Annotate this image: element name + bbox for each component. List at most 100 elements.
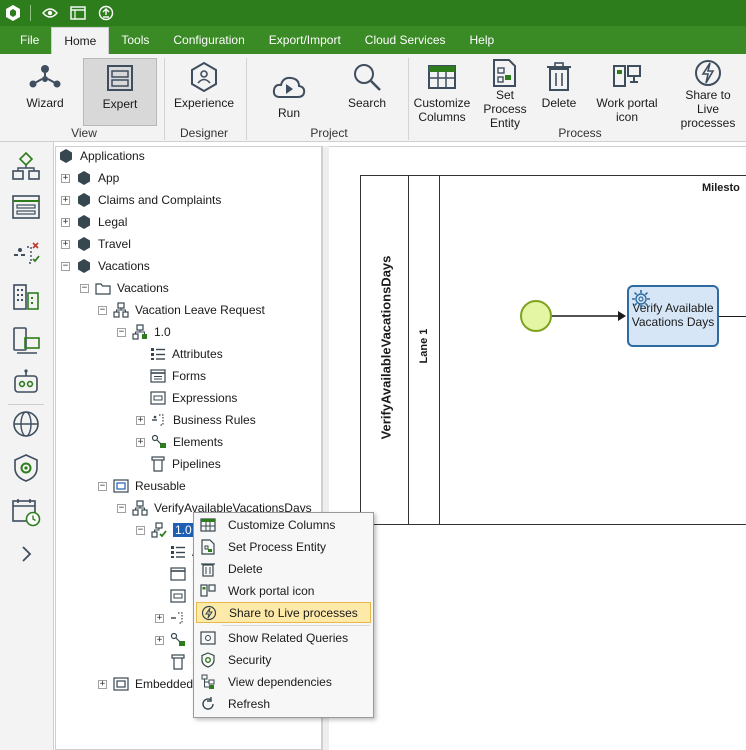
customize-columns-button[interactable]: Customize Columns [413, 58, 471, 126]
menu-item-label: View dependencies [228, 674, 332, 689]
menu-item-share-to-live-processes[interactable]: Share to Live processes [196, 602, 371, 623]
tree-node-selected[interactable]: − 1.0 [136, 519, 194, 541]
menu-item-customize-columns[interactable]: Customize Columns [196, 514, 371, 535]
expand-chevron-icon[interactable] [8, 536, 44, 572]
tree-node[interactable]: − Vacations [61, 255, 150, 277]
sequence-flow-arrow[interactable] [552, 309, 627, 323]
tree-node-label: Attributes [172, 347, 223, 361]
share-to-live-label-1: Share to Live [685, 88, 731, 116]
expand-toggle[interactable]: + [155, 613, 164, 623]
process-wizard-icon[interactable] [8, 148, 44, 184]
expand-toggle[interactable]: + [155, 635, 164, 645]
menu-item-work-portal-icon[interactable]: Work portal icon [196, 580, 371, 601]
tree-node[interactable]: + Legal [61, 211, 127, 233]
forms-icon[interactable] [8, 190, 44, 226]
tree-node[interactable]: + Embedded [98, 673, 193, 695]
set-process-entity-icon [200, 538, 216, 555]
tree-node[interactable]: Pipelines [150, 453, 221, 475]
tab-tools[interactable]: Tools [109, 26, 161, 54]
run-label: Run [277, 106, 300, 120]
quick-access-separator [30, 5, 31, 21]
run-icon [272, 68, 306, 106]
set-process-entity-button[interactable]: Set Process Entity [475, 58, 535, 130]
tab-export-import[interactable]: Export/Import [257, 26, 353, 54]
tree-node-label: Pipelines [172, 457, 221, 471]
tree-node[interactable]: Expressions [150, 387, 237, 409]
expand-toggle[interactable]: + [98, 679, 107, 689]
tree-node[interactable]: − Vacations [80, 277, 169, 299]
tree-node[interactable]: + Claims and Complaints [61, 189, 221, 211]
menu-item-security[interactable]: Security [196, 649, 371, 670]
tree-node[interactable]: + Business Rules [136, 409, 256, 431]
collapse-toggle[interactable]: − [98, 481, 107, 491]
collapse-toggle[interactable]: − [80, 283, 89, 293]
task-verify-available-vacations-days[interactable]: Verify Available Vacations Days [627, 285, 719, 347]
search-button[interactable]: Search [340, 58, 394, 126]
tree-node[interactable]: Forms [150, 365, 206, 387]
group-label-view: View [71, 126, 97, 140]
tree-node[interactable]: + Elements [136, 431, 223, 453]
menu-item-show-related-queries[interactable]: Show Related Queries [196, 627, 371, 648]
pool[interactable]: VerifyAvailableVacationsDays Lane 1 Mile… [360, 175, 746, 525]
tree-node[interactable]: − Vacation Leave Request [98, 299, 265, 321]
calendar-icon[interactable] [8, 494, 44, 530]
expand-toggle[interactable]: + [136, 437, 145, 447]
rail-separator [8, 404, 44, 405]
tab-configuration[interactable]: Configuration [161, 26, 256, 54]
tree-node-label: Vacation Leave Request [135, 303, 265, 317]
app-logo-icon[interactable] [2, 2, 24, 24]
tree-node[interactable]: Applications [58, 147, 145, 167]
menu-item-label: Work portal icon [228, 583, 315, 598]
expand-toggle[interactable]: + [61, 239, 70, 249]
share-to-live-button[interactable]: Share to Live processes [674, 58, 742, 130]
menu-item-delete[interactable]: Delete [196, 558, 371, 579]
lane-header[interactable]: Lane 1 [409, 176, 440, 524]
devices-icon[interactable] [8, 322, 44, 358]
collapse-toggle[interactable]: − [117, 327, 126, 337]
collapse-toggle[interactable]: − [61, 261, 70, 271]
delete-button[interactable]: Delete [538, 58, 580, 126]
eye-icon[interactable] [39, 2, 61, 24]
hexagon-icon [76, 192, 92, 208]
menu-item-label: Share to Live processes [229, 605, 358, 620]
tab-cloud-services[interactable]: Cloud Services [353, 26, 458, 54]
collapse-toggle[interactable]: − [98, 305, 107, 315]
tab-home[interactable]: Home [51, 27, 110, 54]
menu-item-set-process-entity[interactable]: Set Process Entity [196, 536, 371, 557]
tree-node-label: Elements [173, 435, 224, 449]
bot-icon[interactable] [8, 364, 44, 400]
tab-help[interactable]: Help [458, 26, 507, 54]
tree-node[interactable]: + Travel [61, 233, 131, 255]
tree-node[interactable]: − 1.0 [117, 321, 171, 343]
menu-item-refresh[interactable]: Refresh [196, 693, 371, 714]
wizard-button[interactable]: Wizard [18, 58, 72, 126]
work-portal-icon-button[interactable]: Work portal icon [584, 58, 670, 126]
publish-icon[interactable] [95, 2, 117, 24]
pool-header[interactable]: VerifyAvailableVacationsDays [361, 176, 409, 524]
set-process-entity-icon [491, 58, 519, 88]
collapse-toggle[interactable]: − [117, 503, 126, 513]
globe-icon[interactable] [8, 406, 44, 442]
menu-item-view-dependencies[interactable]: View dependencies [196, 671, 371, 692]
expert-button[interactable]: Expert [83, 58, 157, 126]
collapse-toggle[interactable]: − [136, 525, 145, 535]
tree-node[interactable]: − Reusable [98, 475, 186, 497]
start-event[interactable] [520, 300, 552, 332]
reusable-icon [113, 478, 129, 494]
set-process-entity-label-2: Entity [489, 116, 520, 130]
sequence-flow-line[interactable] [719, 316, 746, 317]
expand-toggle[interactable]: + [136, 415, 145, 425]
expand-toggle[interactable]: + [61, 217, 70, 227]
expand-toggle[interactable]: + [61, 173, 70, 183]
diagram-canvas[interactable]: VerifyAvailableVacationsDays Lane 1 Mile… [329, 146, 746, 750]
tree-node[interactable]: + App [61, 167, 119, 189]
security-icon[interactable] [8, 450, 44, 486]
ribbon-separator [246, 58, 247, 140]
tab-file[interactable]: File [8, 26, 51, 54]
experience-button[interactable]: Experience [172, 58, 236, 126]
window-icon[interactable] [67, 2, 89, 24]
organization-icon[interactable] [8, 278, 44, 314]
tree-node[interactable]: Attributes [150, 343, 223, 365]
expand-toggle[interactable]: + [61, 195, 70, 205]
rules-icon[interactable] [8, 234, 44, 270]
